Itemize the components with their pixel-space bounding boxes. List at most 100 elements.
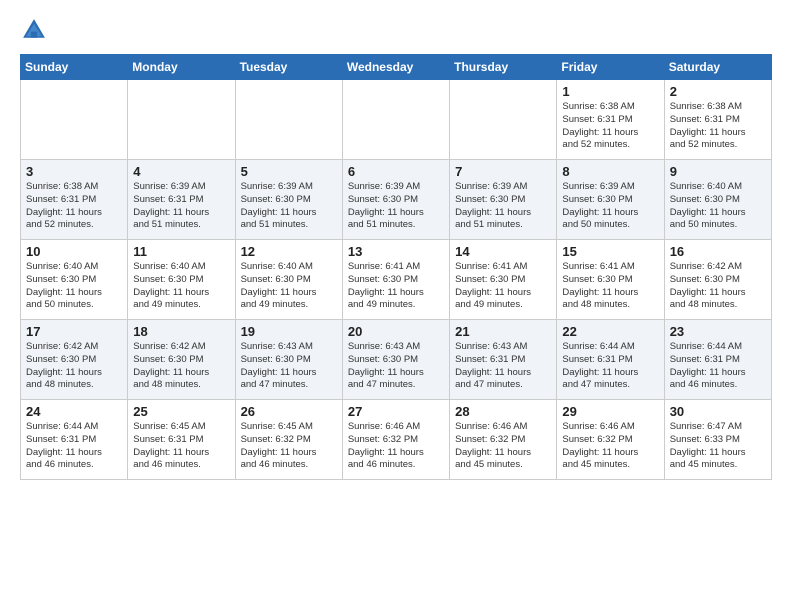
calendar-cell: 2 Sunrise: 6:38 AM Sunset: 6:31 PM Daylig… (664, 80, 771, 160)
day-number: 17 (26, 324, 122, 339)
calendar-cell: 6 Sunrise: 6:39 AM Sunset: 6:30 PM Daylig… (342, 160, 449, 240)
day-number: 28 (455, 404, 551, 419)
day-number: 22 (562, 324, 658, 339)
calendar-cell: 16 Sunrise: 6:42 AM Sunset: 6:30 PM Dayli… (664, 240, 771, 320)
day-number: 25 (133, 404, 229, 419)
calendar-cell (21, 80, 128, 160)
day-info: Sunrise: 6:39 AM Sunset: 6:30 PM Dayligh… (241, 181, 337, 232)
calendar-cell: 25 Sunrise: 6:45 AM Sunset: 6:31 PM Dayli… (128, 400, 235, 480)
day-info: Sunrise: 6:44 AM Sunset: 6:31 PM Dayligh… (562, 341, 658, 392)
calendar-cell: 13 Sunrise: 6:41 AM Sunset: 6:30 PM Dayli… (342, 240, 449, 320)
weekday-header-saturday: Saturday (664, 55, 771, 80)
day-number: 21 (455, 324, 551, 339)
day-number: 13 (348, 244, 444, 259)
day-info: Sunrise: 6:46 AM Sunset: 6:32 PM Dayligh… (455, 421, 551, 472)
day-info: Sunrise: 6:42 AM Sunset: 6:30 PM Dayligh… (670, 261, 766, 312)
week-row-2: 3 Sunrise: 6:38 AM Sunset: 6:31 PM Daylig… (21, 160, 772, 240)
day-number: 7 (455, 164, 551, 179)
weekday-header-friday: Friday (557, 55, 664, 80)
weekday-header-row: SundayMondayTuesdayWednesdayThursdayFrid… (21, 55, 772, 80)
logo-icon (20, 16, 48, 44)
day-info: Sunrise: 6:44 AM Sunset: 6:31 PM Dayligh… (26, 421, 122, 472)
day-info: Sunrise: 6:43 AM Sunset: 6:30 PM Dayligh… (241, 341, 337, 392)
day-info: Sunrise: 6:38 AM Sunset: 6:31 PM Dayligh… (26, 181, 122, 232)
day-number: 29 (562, 404, 658, 419)
day-info: Sunrise: 6:45 AM Sunset: 6:32 PM Dayligh… (241, 421, 337, 472)
day-number: 6 (348, 164, 444, 179)
day-info: Sunrise: 6:46 AM Sunset: 6:32 PM Dayligh… (562, 421, 658, 472)
calendar-cell (342, 80, 449, 160)
calendar-cell: 22 Sunrise: 6:44 AM Sunset: 6:31 PM Dayli… (557, 320, 664, 400)
calendar-cell: 17 Sunrise: 6:42 AM Sunset: 6:30 PM Dayli… (21, 320, 128, 400)
day-info: Sunrise: 6:38 AM Sunset: 6:31 PM Dayligh… (670, 101, 766, 152)
calendar-cell: 4Sunrise: 6:39 AM Sunset: 6:31 PM Daylig… (128, 160, 235, 240)
calendar-cell: 26 Sunrise: 6:45 AM Sunset: 6:32 PM Dayli… (235, 400, 342, 480)
day-number: 3 (26, 164, 122, 179)
calendar-cell: 28 Sunrise: 6:46 AM Sunset: 6:32 PM Dayli… (450, 400, 557, 480)
day-info: Sunrise: 6:44 AM Sunset: 6:31 PM Dayligh… (670, 341, 766, 392)
calendar-table: SundayMondayTuesdayWednesdayThursdayFrid… (20, 54, 772, 480)
day-number: 8 (562, 164, 658, 179)
calendar-cell: 11Sunrise: 6:40 AM Sunset: 6:30 PM Dayli… (128, 240, 235, 320)
day-number: 9 (670, 164, 766, 179)
day-info: Sunrise: 6:39 AM Sunset: 6:30 PM Dayligh… (562, 181, 658, 232)
day-info: Sunrise: 6:39 AM Sunset: 6:30 PM Dayligh… (455, 181, 551, 232)
week-row-5: 24 Sunrise: 6:44 AM Sunset: 6:31 PM Dayli… (21, 400, 772, 480)
calendar-cell: 23 Sunrise: 6:44 AM Sunset: 6:31 PM Dayli… (664, 320, 771, 400)
day-info: Sunrise: 6:43 AM Sunset: 6:30 PM Dayligh… (348, 341, 444, 392)
calendar-cell: 29 Sunrise: 6:46 AM Sunset: 6:32 PM Dayli… (557, 400, 664, 480)
day-info: Sunrise: 6:46 AM Sunset: 6:32 PM Dayligh… (348, 421, 444, 472)
calendar-cell (450, 80, 557, 160)
day-info: Sunrise: 6:45 AM Sunset: 6:31 PM Dayligh… (133, 421, 229, 472)
weekday-header-tuesday: Tuesday (235, 55, 342, 80)
page: SundayMondayTuesdayWednesdayThursdayFrid… (0, 0, 792, 500)
day-info: Sunrise: 6:40 AM Sunset: 6:30 PM Dayligh… (26, 261, 122, 312)
day-number: 2 (670, 84, 766, 99)
day-number: 16 (670, 244, 766, 259)
week-row-3: 10 Sunrise: 6:40 AM Sunset: 6:30 PM Dayli… (21, 240, 772, 320)
day-number: 1 (562, 84, 658, 99)
day-number: 10 (26, 244, 122, 259)
calendar-cell (128, 80, 235, 160)
calendar-cell: 1 Sunrise: 6:38 AM Sunset: 6:31 PM Daylig… (557, 80, 664, 160)
calendar-cell: 12Sunrise: 6:40 AM Sunset: 6:30 PM Dayli… (235, 240, 342, 320)
logo (20, 16, 52, 44)
calendar-cell: 9Sunrise: 6:40 AM Sunset: 6:30 PM Daylig… (664, 160, 771, 240)
weekday-header-sunday: Sunday (21, 55, 128, 80)
day-number: 11 (133, 244, 229, 259)
day-info: Sunrise: 6:42 AM Sunset: 6:30 PM Dayligh… (133, 341, 229, 392)
day-number: 15 (562, 244, 658, 259)
day-number: 12 (241, 244, 337, 259)
day-number: 26 (241, 404, 337, 419)
calendar-cell: 21 Sunrise: 6:43 AM Sunset: 6:31 PM Dayli… (450, 320, 557, 400)
calendar-cell: 14 Sunrise: 6:41 AM Sunset: 6:30 PM Dayli… (450, 240, 557, 320)
calendar-cell: 15 Sunrise: 6:41 AM Sunset: 6:30 PM Dayli… (557, 240, 664, 320)
calendar-cell: 18Sunrise: 6:42 AM Sunset: 6:30 PM Dayli… (128, 320, 235, 400)
day-info: Sunrise: 6:42 AM Sunset: 6:30 PM Dayligh… (26, 341, 122, 392)
day-info: Sunrise: 6:47 AM Sunset: 6:33 PM Dayligh… (670, 421, 766, 472)
day-info: Sunrise: 6:41 AM Sunset: 6:30 PM Dayligh… (348, 261, 444, 312)
calendar-cell (235, 80, 342, 160)
calendar-cell: 27 Sunrise: 6:46 AM Sunset: 6:32 PM Dayli… (342, 400, 449, 480)
day-info: Sunrise: 6:41 AM Sunset: 6:30 PM Dayligh… (562, 261, 658, 312)
calendar-cell: 5Sunrise: 6:39 AM Sunset: 6:30 PM Daylig… (235, 160, 342, 240)
week-row-1: 1 Sunrise: 6:38 AM Sunset: 6:31 PM Daylig… (21, 80, 772, 160)
header (20, 16, 772, 44)
calendar-cell: 10 Sunrise: 6:40 AM Sunset: 6:30 PM Dayli… (21, 240, 128, 320)
day-number: 27 (348, 404, 444, 419)
day-number: 23 (670, 324, 766, 339)
calendar-cell: 30 Sunrise: 6:47 AM Sunset: 6:33 PM Dayli… (664, 400, 771, 480)
day-info: Sunrise: 6:41 AM Sunset: 6:30 PM Dayligh… (455, 261, 551, 312)
day-info: Sunrise: 6:39 AM Sunset: 6:30 PM Dayligh… (348, 181, 444, 232)
day-info: Sunrise: 6:43 AM Sunset: 6:31 PM Dayligh… (455, 341, 551, 392)
calendar-cell: 24 Sunrise: 6:44 AM Sunset: 6:31 PM Dayli… (21, 400, 128, 480)
day-number: 14 (455, 244, 551, 259)
day-info: Sunrise: 6:39 AM Sunset: 6:31 PM Dayligh… (133, 181, 229, 232)
weekday-header-monday: Monday (128, 55, 235, 80)
weekday-header-thursday: Thursday (450, 55, 557, 80)
day-number: 24 (26, 404, 122, 419)
day-number: 30 (670, 404, 766, 419)
day-info: Sunrise: 6:38 AM Sunset: 6:31 PM Dayligh… (562, 101, 658, 152)
day-number: 19 (241, 324, 337, 339)
calendar-cell: 20Sunrise: 6:43 AM Sunset: 6:30 PM Dayli… (342, 320, 449, 400)
